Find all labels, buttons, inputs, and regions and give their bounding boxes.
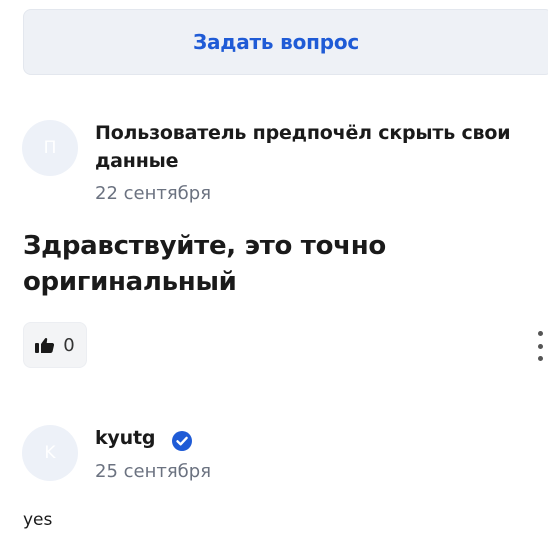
verified-check-icon — [172, 431, 192, 451]
more-vertical-icon[interactable] — [532, 331, 548, 361]
thumbs-up-icon — [35, 337, 55, 353]
like-count: 0 — [63, 334, 75, 356]
ask-question-button[interactable]: Задать вопрос — [23, 9, 548, 75]
question-title: Здравствуйте, это точно оригинальный — [23, 231, 386, 297]
answer-avatar-initial: K — [44, 443, 56, 463]
avatar: П — [22, 120, 78, 176]
answer-avatar: K — [22, 425, 78, 481]
answer-author-name[interactable]: kyutg — [95, 424, 155, 452]
ask-question-label: Задать вопрос — [192, 30, 360, 54]
post-date: 22 сентября — [95, 183, 212, 204]
like-button[interactable]: 0 — [23, 322, 87, 368]
answer-date: 25 сентября — [95, 461, 212, 482]
avatar-initial: П — [43, 138, 57, 158]
author-name[interactable]: Пользователь предпочёл скрыть свои данны… — [95, 119, 545, 175]
answer-text: yes — [23, 510, 53, 530]
